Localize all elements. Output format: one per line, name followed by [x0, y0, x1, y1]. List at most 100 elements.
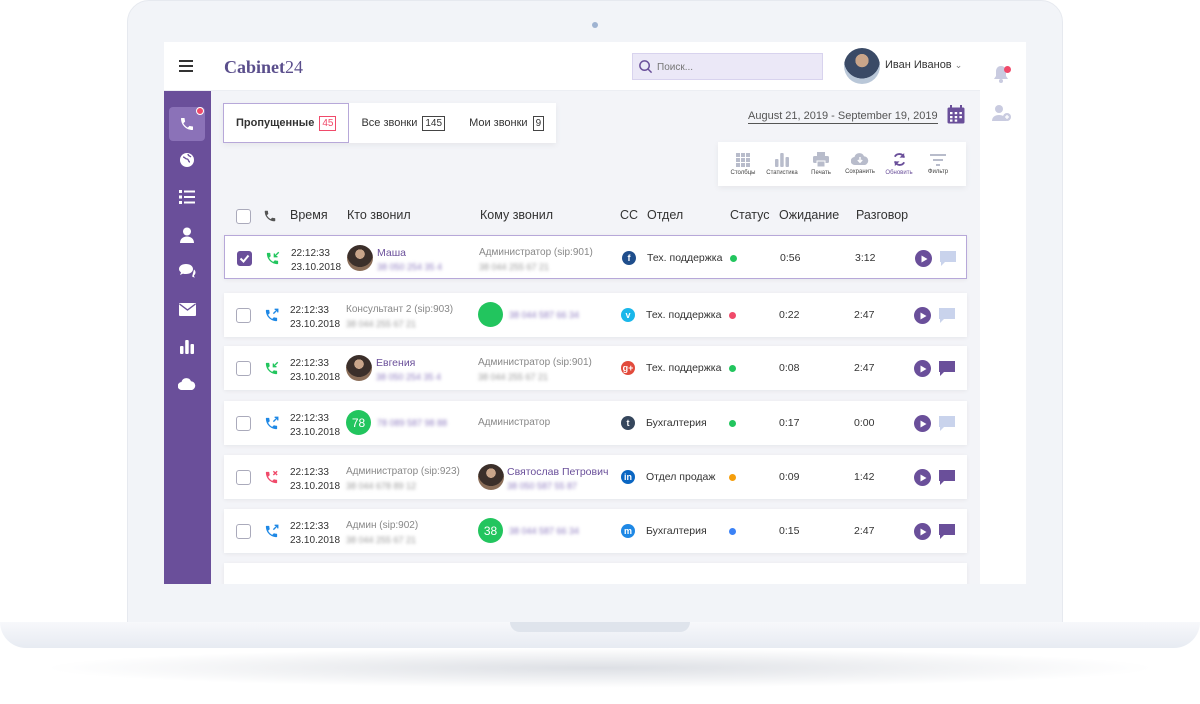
sidebar-item-globe[interactable] — [169, 143, 205, 177]
comment-icon[interactable] — [938, 523, 956, 543]
header-cc[interactable]: CC — [620, 208, 638, 222]
sidebar-item-mail[interactable] — [169, 292, 205, 326]
table-row[interactable]: 22:12:33 23.10.2018 Евгения 38 050 254 35 4… — [224, 346, 967, 390]
caller-name[interactable]: Евгения — [376, 357, 415, 369]
play-icon — [920, 420, 926, 427]
refresh-button[interactable]: Обновить — [882, 142, 916, 186]
play-button[interactable] — [914, 415, 931, 432]
header-talk[interactable]: Разговор — [856, 208, 908, 222]
columns-button[interactable]: Столбцы — [726, 142, 760, 186]
incoming-call-icon — [265, 251, 280, 269]
sidebar-item-calls[interactable] — [169, 107, 205, 141]
user-menu[interactable]: Иван Иванов ⌄ — [885, 59, 962, 71]
user-avatar[interactable] — [844, 48, 880, 84]
table-row[interactable]: 22:12:33 23.10.2018 Администратор (sip:923… — [224, 455, 967, 499]
status-dot — [729, 365, 736, 372]
play-button[interactable] — [914, 360, 931, 377]
talk-time: 2:47 — [854, 525, 875, 537]
caller-avatar — [346, 355, 372, 381]
search-icon[interactable] — [638, 59, 653, 74]
play-button[interactable] — [914, 307, 931, 324]
wait-time: 0:08 — [779, 362, 800, 374]
add-user-icon[interactable] — [992, 104, 1012, 122]
play-icon — [921, 255, 927, 262]
table-row[interactable] — [224, 563, 967, 584]
header-time[interactable]: Время — [290, 208, 328, 222]
comment-icon[interactable] — [939, 250, 957, 270]
date-range-picker[interactable]: August 21, 2019 - September 19, 2019 — [748, 110, 938, 124]
row-checkbox[interactable] — [236, 361, 251, 376]
app-logo[interactable]: Cabinet24 — [224, 57, 303, 78]
row-checkbox[interactable] — [236, 308, 251, 323]
row-checkbox[interactable] — [236, 470, 251, 485]
bar-chart-icon — [180, 340, 194, 354]
callee-badge — [478, 302, 503, 327]
header-wait[interactable]: Ожидание — [779, 208, 839, 222]
tab-my-calls[interactable]: Мои звонки 9 — [457, 103, 556, 143]
calls-badge — [196, 107, 204, 115]
status-dot — [729, 420, 736, 427]
row-checkbox[interactable] — [236, 524, 251, 539]
select-all-checkbox[interactable] — [236, 209, 251, 224]
callee-phone: 38 050 587 55 87 — [507, 481, 578, 491]
tab-bar: Пропущенные 45 Все звонки 145 Мои звонки 9 — [223, 103, 557, 143]
search-input[interactable] — [657, 58, 817, 76]
tab-count: 45 — [319, 115, 337, 131]
right-rail — [980, 42, 1026, 584]
table-row[interactable]: 22:12:33 23.10.2018 78 78 089 587 98 88 Адми… — [224, 401, 967, 445]
sidebar-item-list[interactable] — [169, 180, 205, 214]
tab-all-calls[interactable]: Все звонки 145 — [349, 103, 457, 143]
header-dept[interactable]: Отдел — [647, 208, 683, 222]
row-checkbox[interactable] — [237, 251, 252, 266]
caller-phone: 38 050 254 35 4 — [377, 262, 443, 272]
table-row[interactable]: 22:12:33 23.10.2018 Админ (sip:902) 38 044 … — [224, 509, 967, 553]
search-box — [632, 53, 823, 80]
comment-icon[interactable] — [938, 307, 956, 327]
row-checkbox[interactable] — [236, 416, 251, 431]
comment-icon[interactable] — [938, 415, 956, 435]
call-date-value: 23.10.2018 — [290, 427, 341, 438]
sidebar-item-stats[interactable] — [169, 329, 205, 363]
filter-button[interactable]: Фильтр — [921, 142, 955, 186]
sidebar-item-contacts[interactable] — [169, 218, 205, 252]
table-row[interactable]: 22:12:33 23.10.2018 Маша 38 050 254 35 4 Адм… — [224, 235, 967, 279]
calendar-icon[interactable] — [947, 105, 965, 124]
header-callee[interactable]: Кому звонил — [480, 208, 553, 222]
sidebar-item-chats[interactable] — [169, 254, 205, 288]
toolbar: Столбцы Статистика Печать Сохранить Обно… — [718, 142, 966, 186]
callee-name[interactable]: Святослав Петрович — [507, 466, 608, 478]
chevron-down-icon: ⌄ — [954, 60, 963, 70]
play-button[interactable] — [914, 469, 931, 486]
laptop-notch — [510, 622, 690, 632]
department: Тех. поддержка — [647, 252, 723, 264]
channel-icon: in — [621, 470, 635, 484]
menu-icon[interactable] — [179, 60, 193, 72]
print-button[interactable]: Печать — [804, 142, 838, 186]
callee-phone: 38 044 587 66 34 — [509, 526, 580, 536]
caller-avatar — [347, 245, 373, 271]
play-button[interactable] — [914, 523, 931, 540]
wait-time: 0:15 — [779, 525, 800, 537]
play-icon — [920, 365, 926, 372]
comment-icon[interactable] — [938, 360, 956, 380]
header-status[interactable]: Статус — [730, 208, 770, 222]
caller-name: Админ (sip:902) — [346, 520, 419, 531]
call-time-value: 22:12:33 — [290, 521, 329, 532]
callee-name: Администратор (sip:901) — [478, 357, 592, 368]
stats-button[interactable]: Статистика — [765, 142, 799, 186]
mail-icon — [178, 302, 196, 316]
tab-missed[interactable]: Пропущенные 45 — [223, 103, 350, 143]
talk-time: 1:42 — [854, 471, 875, 483]
play-button[interactable] — [915, 250, 932, 267]
outgoing-call-icon — [264, 308, 279, 326]
header-caller[interactable]: Кто звонил — [347, 208, 411, 222]
caller-badge: 78 — [346, 410, 371, 435]
caller-phone: 38 050 254 35 4 — [376, 372, 442, 382]
comment-icon[interactable] — [938, 469, 956, 489]
sidebar-item-cloud[interactable] — [169, 367, 205, 401]
table-row[interactable]: 22:12:33 23.10.2018 Консультант 2 (sip:903… — [224, 293, 967, 337]
save-button[interactable]: Сохранить — [843, 142, 877, 186]
play-icon — [920, 312, 926, 319]
caller-name[interactable]: Маша — [377, 247, 406, 259]
chat-icon — [179, 264, 196, 278]
